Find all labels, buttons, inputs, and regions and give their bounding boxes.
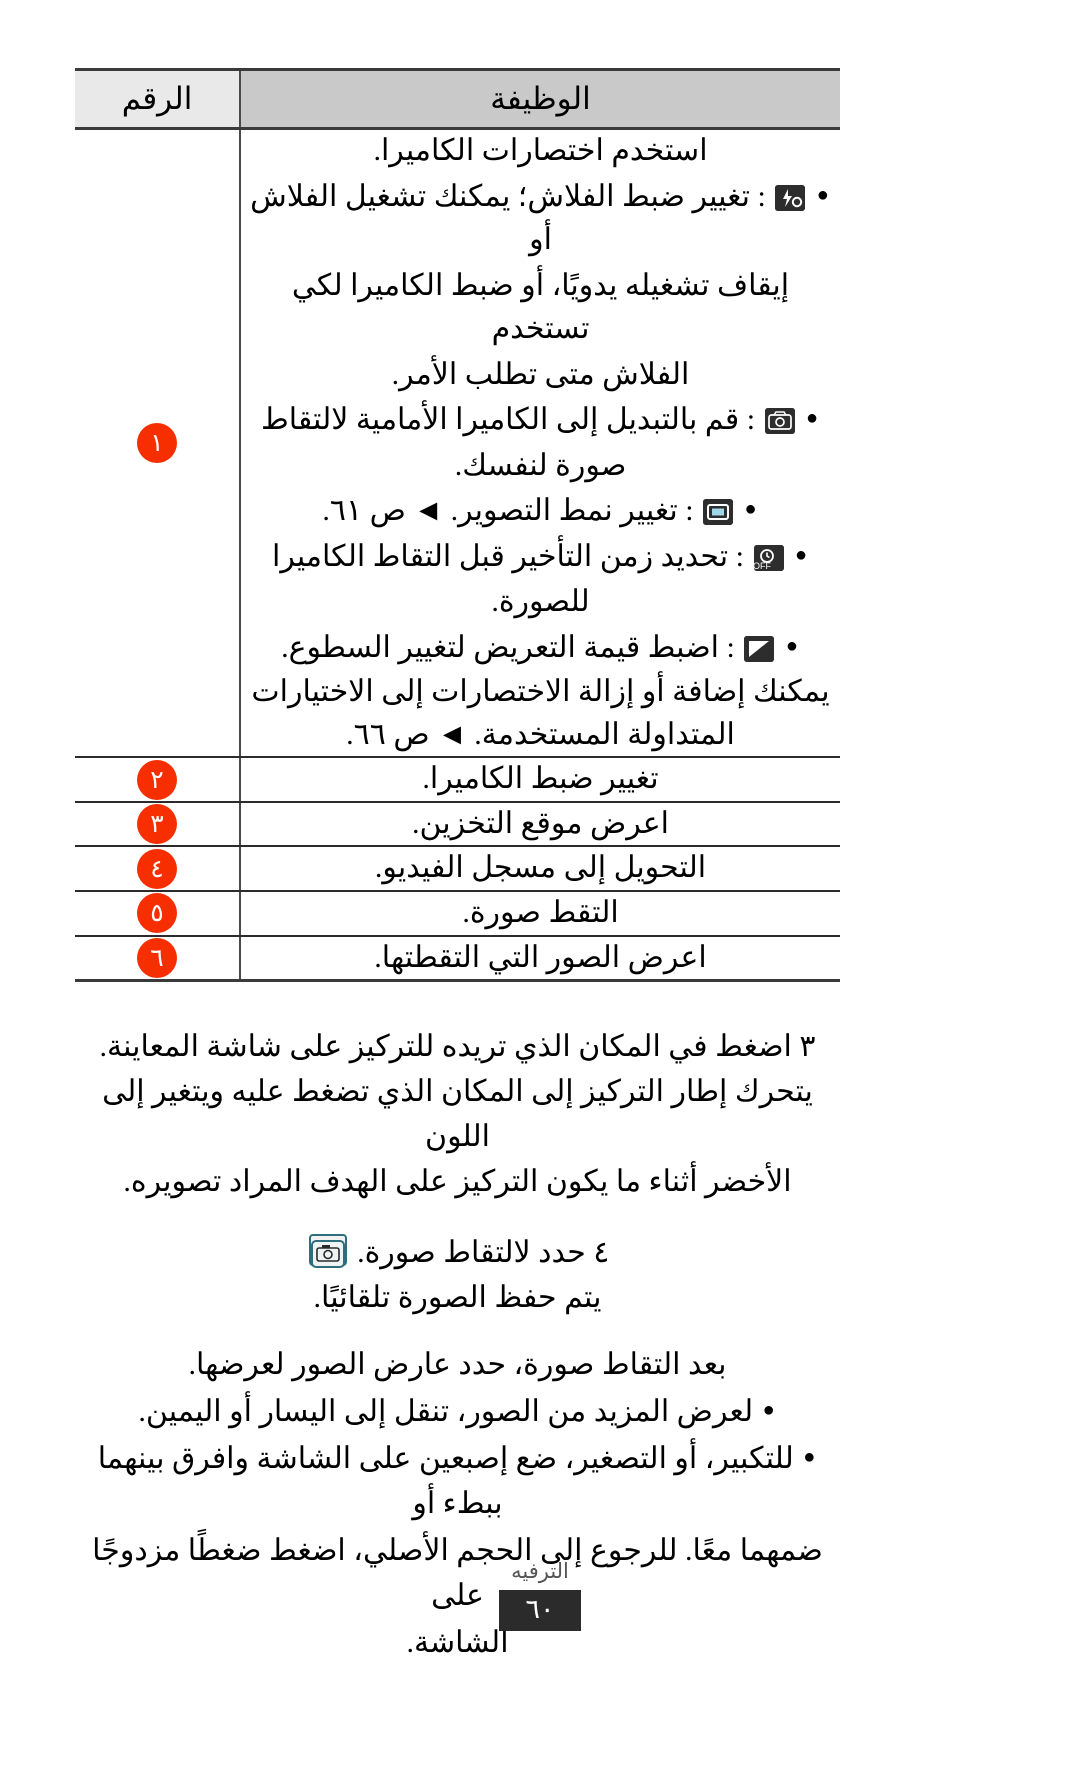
bullet-switch-camera: ● : قم بالتبديل إلى الكاميرا الأمامية لا… [241, 398, 840, 442]
bullet-timer: ● OFF : تحديد زمن التأخير قبل التقاط الك… [241, 535, 840, 579]
bullet-flash: ● : تغيير ضبط الفلاش؛ يمكنك تشغيل الفلاش… [241, 175, 840, 262]
step-3-text: اضغط في المكان الذي تريده للتركيز على شا… [99, 1030, 792, 1064]
row-badge: ٤ [137, 848, 177, 889]
cell-function-4: التحويل إلى مسجل الفيديو. [239, 846, 840, 893]
function-table: الوظيفة الرقم استخدم اختصارات الكاميرا. … [75, 68, 840, 983]
steps-section: ٣ اضغط في المكان الذي تريده للتركيز على … [75, 1024, 840, 1320]
cell-function-2: تغيير ضبط الكاميرا. [239, 757, 840, 803]
shooting-mode-icon [703, 499, 734, 526]
cell-number-1: ١ [75, 128, 240, 759]
table-row: التقط صورة. ٥ [75, 891, 840, 937]
step-4-number: ٤ [593, 1236, 610, 1270]
step-3-line3: الأخضر أثناء ما يكون التركيز على الهدف ا… [123, 1165, 792, 1199]
row-badge: ٢ [137, 759, 177, 800]
row3-text: اعرض موقع التخزين. [411, 806, 670, 840]
row-badge: ٥ [137, 893, 177, 934]
shutter-icon [308, 1234, 347, 1269]
cell-number-2: ٢ [75, 757, 240, 803]
flash-icon [775, 184, 806, 211]
bullet-exposure-text-1: : اضبط قيمة التعريض لتغيير السطوع. [281, 630, 735, 664]
bullet-dot-icon: ● [762, 1399, 775, 1422]
bullet-timer-text-1: : تحديد زمن التأخير قبل التقاط الكاميرا [271, 539, 744, 573]
bullet-dot-icon: ● [806, 407, 819, 430]
cell-number-4: ٤ [75, 846, 240, 893]
timer-icon: OFF [753, 544, 784, 571]
row1-bullets: ● : تغيير ضبط الفلاش؛ يمكنك تشغيل الفلاش… [241, 175, 840, 670]
bullet-shooting-mode-text-1: : تغيير نمط التصوير. ◄ ص ٦١. [322, 494, 694, 528]
step-3-line1: ٣ اضغط في المكان الذي تريده للتركيز على … [75, 1024, 840, 1069]
page-footer: الترفيه ٦٠ [0, 1559, 1080, 1631]
table-row: اعرض الصور التي التقطتها. ٦ [75, 935, 840, 983]
table-row: التحويل إلى مسجل الفيديو. ٤ [75, 846, 840, 893]
cell-function-1: استخدم اختصارات الكاميرا. ●: تغيير ضبط … [239, 128, 840, 759]
row-badge: ٣ [137, 804, 177, 845]
row4-text: التحويل إلى مسجل الفيديو. [374, 851, 707, 885]
bullet-shooting-mode: ● : تغيير نمط التصوير. ◄ ص ٦١. [241, 489, 840, 533]
row1-outro-line1: يمكنك إضافة أو إزالة الاختصارات إلى الاخ… [251, 675, 830, 709]
bullet-exposure: ● : اضبط قيمة التعريض لتغيير السطوع. [241, 626, 840, 670]
row-badge: ١ [137, 423, 177, 464]
bullet-timer-line2: للصورة. [491, 585, 590, 619]
page: الوظيفة الرقم استخدم اختصارات الكاميرا. … [0, 0, 1080, 1771]
bullet-switch-camera-line2: صورة لنفسك. [454, 448, 627, 482]
column-header-number: الرقم [75, 68, 240, 130]
page-number: ٦٠ [499, 1590, 581, 1631]
table-header-row: الوظيفة الرقم [75, 68, 840, 130]
row1-outro-line2: المتداولة المستخدمة. ◄ ص ٦٦. [346, 717, 735, 751]
after-capture-bullet-1: ● لعرض المزيد من الصور، تنقل إلى اليسار … [75, 1389, 840, 1434]
after-capture-bullet-1-text: لعرض المزيد من الصور، تنقل إلى اليسار أو… [138, 1395, 754, 1429]
exposure-icon [744, 635, 775, 662]
row-badge: ٦ [137, 937, 177, 978]
table-row: استخدم اختصارات الكاميرا. ●: تغيير ضبط … [75, 128, 840, 759]
row2-text: تغيير ضبط الكاميرا. [422, 762, 659, 796]
switch-camera-icon [764, 408, 795, 435]
step-4-line2: يتم حفظ الصورة تلقائيًا. [313, 1281, 602, 1315]
column-header-function: الوظيفة [239, 68, 840, 130]
cell-number-5: ٥ [75, 891, 240, 937]
bullet-dot-icon: ● [803, 1446, 816, 1469]
row6-text: اعرض الصور التي التقطتها. [374, 940, 707, 974]
bullet-dot-icon: ● [785, 634, 798, 657]
table-row: تغيير ضبط الكاميرا. ٢ [75, 757, 840, 803]
svg-text:OFF: OFF [754, 561, 771, 571]
table-row: اعرض موقع التخزين. ٣ [75, 801, 840, 848]
bullet-dot-icon: ● [744, 498, 757, 521]
bullet-flash-text-1: : تغيير ضبط الفلاش؛ يمكنك تشغيل الفلاش أ… [250, 179, 766, 257]
after-capture-intro: بعد التقاط صورة، حدد عارض الصور لعرضها. [188, 1348, 727, 1382]
row5-text: التقط صورة. [462, 896, 619, 930]
cell-number-3: ٣ [75, 801, 240, 848]
bullet-dot-icon: ● [816, 183, 829, 206]
cell-function-5: التقط صورة. [239, 891, 840, 937]
after-capture-bullet-2: ● للتكبير، أو التصغير، ضع إصبعين على الش… [75, 1436, 840, 1526]
cell-function-3: اعرض موقع التخزين. [239, 801, 840, 848]
step-3-number: ٣ [799, 1030, 816, 1064]
bullet-flash-line3: الفلاش متى تطلب الأمر. [391, 357, 690, 391]
page-content: الوظيفة الرقم استخدم اختصارات الكاميرا. … [75, 68, 840, 1667]
bullet-dot-icon: ● [794, 543, 808, 566]
step-4-text: حدد لالتقاط صورة. [357, 1236, 586, 1270]
cell-function-6: اعرض الصور التي التقطتها. [239, 935, 840, 983]
footer-section-label: الترفيه [511, 1559, 569, 1583]
cell-number-6: ٦ [75, 935, 240, 983]
after-capture-bullet-2-text: للتكبير، أو التصغير، ضع إصبعين على الشاش… [97, 1442, 794, 1521]
step-3-line2: يتحرك إطار التركيز إلى المكان الذي تضغط … [102, 1075, 813, 1154]
row1-intro: استخدم اختصارات الكاميرا. [373, 134, 708, 167]
bullet-flash-line2: إيقاف تشغيله يدويًا، أو ضبط الكاميرا لكي… [291, 268, 790, 346]
step-4-line1: ٤ حدد لالتقاط صورة. [75, 1230, 840, 1275]
bullet-switch-camera-text-1: : قم بالتبديل إلى الكاميرا الأمامية لالت… [260, 403, 756, 437]
